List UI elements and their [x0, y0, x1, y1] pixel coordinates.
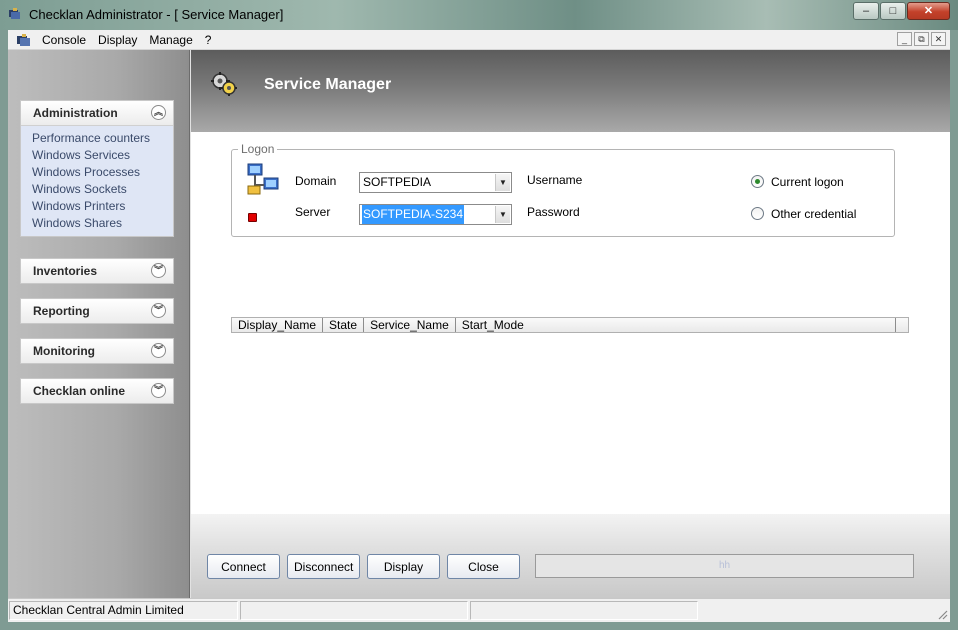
display-button[interactable]: Display — [367, 554, 440, 579]
logon-legend: Logon — [238, 142, 278, 156]
domain-combobox[interactable]: SOFTPEDIA ▼ — [359, 172, 512, 193]
domain-value: SOFTPEDIA — [363, 175, 432, 189]
window-title: Checklan Administrator - [ Service Manag… — [29, 7, 284, 22]
panel-inventories: Inventories ︾ — [20, 258, 174, 284]
status-bar: Checklan Central Admin Limited — [8, 598, 950, 622]
window-frame-bottom — [0, 622, 958, 630]
child-window-controls: _ ⧉ ✕ — [895, 32, 946, 46]
link-windows-printers[interactable]: Windows Printers — [32, 198, 173, 215]
column-state[interactable]: State — [323, 318, 365, 332]
maximize-button[interactable]: □ — [880, 2, 906, 20]
link-performance-counters[interactable]: Performance counters — [32, 130, 173, 147]
window-frame-left — [0, 30, 8, 630]
column-service-name[interactable]: Service_Name — [364, 318, 456, 332]
link-windows-shares[interactable]: Windows Shares — [32, 215, 173, 232]
services-grid-header: Display_Name State Service_Name Start_Mo… — [231, 317, 909, 333]
client-area: Administration ︽ Performance counters Wi… — [8, 50, 950, 598]
panel-reporting: Reporting ︾ — [20, 298, 174, 324]
child-close-button[interactable]: ✕ — [931, 32, 946, 46]
chevron-down-icon[interactable]: ︾ — [151, 263, 166, 278]
minimize-button[interactable]: – — [853, 2, 879, 20]
other-credential-label[interactable]: Other credential — [771, 207, 856, 221]
server-label: Server — [295, 205, 331, 219]
chevron-down-icon[interactable]: ︾ — [151, 383, 166, 398]
connection-status-indicator — [248, 213, 257, 222]
progress-text: hh — [718, 560, 731, 571]
chevron-down-icon[interactable]: ︾ — [151, 303, 166, 318]
menu-manage[interactable]: Manage — [143, 32, 198, 48]
panel-administration-title: Administration — [33, 106, 118, 120]
panel-reporting-header[interactable]: Reporting ︾ — [21, 299, 173, 323]
panel-checklan-online: Checklan online ︾ — [20, 378, 174, 404]
column-start-mode[interactable]: Start_Mode — [456, 318, 530, 332]
logon-group: Logon Domain SOFTPEDIA ▼ Server SOFTPEDI… — [231, 142, 895, 237]
link-windows-processes[interactable]: Windows Processes — [32, 164, 173, 181]
child-minimize-button[interactable]: _ — [897, 32, 912, 46]
link-windows-sockets[interactable]: Windows Sockets — [32, 181, 173, 198]
menu-help[interactable]: ? — [199, 32, 218, 48]
server-value: SOFTPEDIA-S234 — [362, 205, 465, 224]
chevron-down-icon[interactable]: ︾ — [151, 343, 166, 358]
column-display-name[interactable]: Display_Name — [232, 318, 324, 332]
current-logon-radio[interactable] — [751, 175, 764, 188]
button-bar: Connect Disconnect Display Close hh — [191, 514, 950, 598]
panel-checklan-online-header[interactable]: Checklan online ︾ — [21, 379, 173, 403]
menu-bar: Console Display Manage ? _ ⧉ ✕ — [8, 30, 950, 50]
status-panel-2 — [240, 601, 468, 620]
app-icon — [9, 8, 20, 19]
chevron-down-icon[interactable]: ▼ — [495, 206, 510, 223]
panel-administration: Administration ︽ Performance counters Wi… — [20, 100, 174, 237]
domain-label: Domain — [295, 174, 337, 188]
other-credential-radio[interactable] — [751, 207, 764, 220]
header-band: Service Manager — [191, 50, 950, 132]
window-titlebar[interactable]: Checklan Administrator - [ Service Manag… — [0, 0, 958, 30]
menu-console[interactable]: Console — [36, 32, 92, 48]
panel-administration-header[interactable]: Administration ︽ — [21, 101, 173, 125]
chevron-up-icon[interactable]: ︽ — [151, 105, 166, 120]
page-title: Service Manager — [264, 76, 392, 93]
panel-reporting-title: Reporting — [33, 304, 90, 318]
close-button[interactable]: Close — [447, 554, 520, 579]
panel-monitoring: Monitoring ︾ — [20, 338, 174, 364]
document-icon[interactable] — [16, 32, 32, 48]
panel-monitoring-title: Monitoring — [33, 344, 95, 358]
service-manager-pane: Service Manager Logon Domain SOFTPEDIA ▼… — [191, 50, 950, 598]
gears-icon — [211, 72, 237, 96]
resize-grip-icon[interactable] — [936, 608, 948, 620]
chevron-down-icon[interactable]: ▼ — [495, 174, 510, 191]
progress-bar: hh — [535, 554, 914, 578]
column-filler — [530, 318, 896, 332]
username-label: Username — [527, 173, 583, 187]
panel-monitoring-header[interactable]: Monitoring ︾ — [21, 339, 173, 363]
menu-items: Console Display Manage ? — [36, 32, 217, 48]
panel-inventories-title: Inventories — [33, 264, 98, 278]
menu-display[interactable]: Display — [92, 32, 143, 48]
password-label: Password — [527, 205, 580, 219]
column-end — [896, 318, 908, 332]
status-panel-3 — [470, 601, 698, 620]
window-controls: – □ ✕ — [852, 2, 950, 20]
panel-inventories-header[interactable]: Inventories ︾ — [21, 259, 173, 283]
sidebar: Administration ︽ Performance counters Wi… — [8, 50, 190, 598]
disconnect-button[interactable]: Disconnect — [287, 554, 360, 579]
current-logon-label[interactable]: Current logon — [771, 175, 844, 189]
status-text: Checklan Central Admin Limited — [9, 601, 238, 620]
network-computer-icon — [247, 163, 279, 195]
window-frame-right — [950, 30, 958, 630]
close-window-button[interactable]: ✕ — [907, 2, 950, 20]
administration-links: Performance counters Windows Services Wi… — [21, 125, 173, 236]
server-combobox[interactable]: SOFTPEDIA-S234 ▼ — [359, 204, 512, 225]
connect-button[interactable]: Connect — [207, 554, 280, 579]
link-windows-services[interactable]: Windows Services — [32, 147, 173, 164]
child-restore-button[interactable]: ⧉ — [914, 32, 929, 46]
panel-checklan-online-title: Checklan online — [33, 384, 126, 398]
